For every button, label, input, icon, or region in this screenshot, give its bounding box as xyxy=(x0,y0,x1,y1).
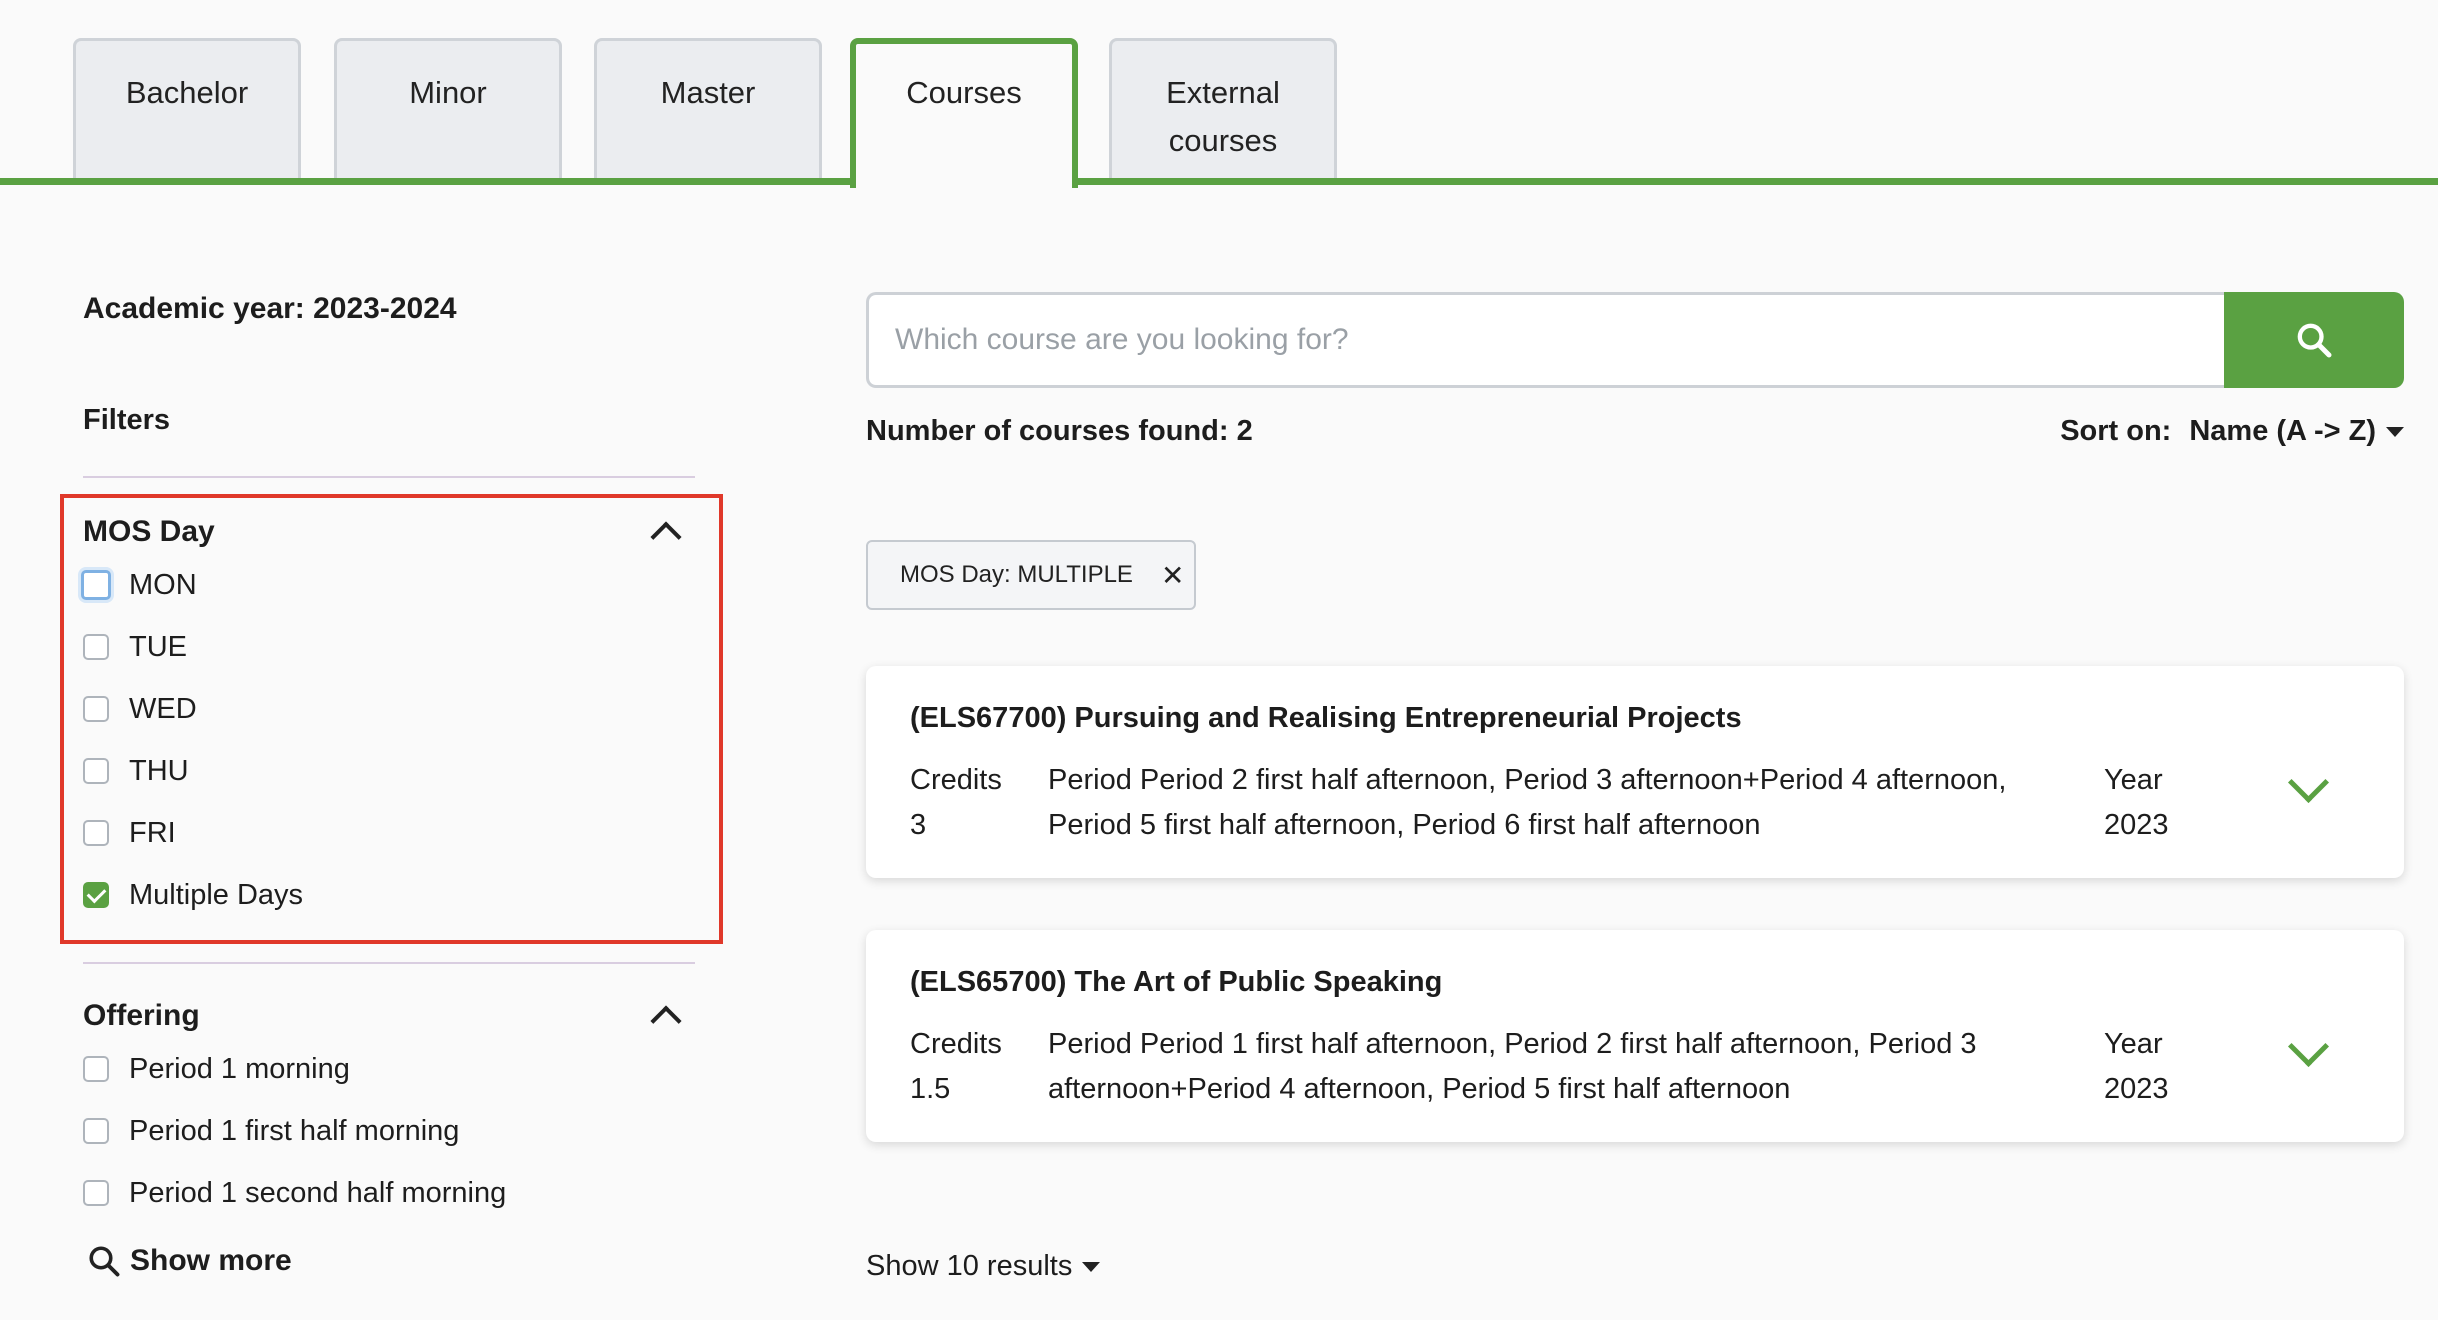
search-button[interactable] xyxy=(2224,292,2404,388)
year-label: Year xyxy=(2104,1028,2163,1060)
tab-label: Bachelor xyxy=(125,75,249,110)
close-icon[interactable]: ✕ xyxy=(1161,559,1184,592)
tab-courses[interactable]: Courses xyxy=(850,38,1078,188)
checkbox[interactable] xyxy=(83,634,109,660)
credits-value: 3 xyxy=(910,809,927,841)
chevron-down-icon[interactable] xyxy=(2287,1025,2330,1068)
checkbox-checked[interactable] xyxy=(83,882,109,908)
filter-header-mos-day[interactable]: MOS Day xyxy=(83,510,695,554)
checkbox-label: Multiple Days xyxy=(129,878,304,911)
course-year: Year 2023 xyxy=(2104,1022,2169,1112)
course-period: Period Period 1 first half afternoon, Pe… xyxy=(1048,1022,2028,1112)
caret-down-icon xyxy=(1082,1261,1101,1272)
filter-title: MOS Day xyxy=(83,515,215,548)
show-more-button[interactable]: Show more xyxy=(86,1243,292,1279)
period-line: Period Period 2 first half afternoon, Pe… xyxy=(1048,764,2007,796)
divider xyxy=(83,962,695,964)
filter-group-mos-day: MOS Day MON TUE WED THU FRI Multiple Day… xyxy=(81,510,695,926)
tab-label: Master xyxy=(660,75,756,110)
tab-label: External courses xyxy=(1166,75,1280,158)
checkbox-label: MON xyxy=(129,568,197,601)
year-value: 2023 xyxy=(2104,1073,2169,1105)
chip-label: MOS Day: MULTIPLE xyxy=(900,561,1133,588)
show-more-label: Show more xyxy=(130,1244,292,1277)
filter-group-offering: Offering Period 1 morning Period 1 first… xyxy=(83,994,695,1224)
sort-value: Name (A -> Z) xyxy=(2189,415,2376,447)
year-value: 2023 xyxy=(2104,809,2169,841)
search-icon xyxy=(2297,323,2332,358)
search-input[interactable] xyxy=(866,292,2224,388)
divider xyxy=(83,476,695,478)
chevron-up-icon[interactable] xyxy=(650,521,682,553)
checkbox-label: TUE xyxy=(129,630,187,663)
credits-label: Credits xyxy=(910,764,1002,796)
period-line: Period 5 first half afternoon, Period 6 … xyxy=(1048,809,1761,841)
checkbox-label: THU xyxy=(129,754,189,787)
checkbox-row-mon[interactable]: MON xyxy=(81,554,695,616)
sort-label: Sort on: xyxy=(2060,415,2172,447)
checkbox-row-multiple-days[interactable]: Multiple Days xyxy=(83,864,695,926)
checkbox-label: WED xyxy=(129,692,197,725)
checkbox[interactable] xyxy=(83,820,109,846)
filters-title: Filters xyxy=(83,404,171,436)
course-card[interactable]: (ELS65700) The Art of Public Speaking Cr… xyxy=(866,930,2404,1142)
tab-bachelor[interactable]: Bachelor xyxy=(73,38,301,178)
caret-down-icon xyxy=(2386,426,2404,437)
tab-label: Minor xyxy=(409,75,487,110)
academic-year: Academic year: 2023-2024 xyxy=(83,292,457,325)
period-line: afternoon+Period 4 afternoon, Period 5 f… xyxy=(1048,1073,1791,1105)
program-tabs: Bachelor Minor Master Courses External c… xyxy=(0,0,2438,188)
checkbox-label: Period 1 first half morning xyxy=(129,1114,460,1147)
tab-underline xyxy=(0,178,2438,185)
credits-value: 1.5 xyxy=(910,1073,951,1105)
checkbox[interactable] xyxy=(83,758,109,784)
checkbox-row-thu[interactable]: THU xyxy=(83,740,695,802)
credits-label: Credits xyxy=(910,1028,1002,1060)
period-line: Period Period 1 first half afternoon, Pe… xyxy=(1048,1028,1977,1060)
checkbox[interactable] xyxy=(83,696,109,722)
filter-title: Offering xyxy=(83,999,200,1032)
show-results-dropdown[interactable]: Show 10 results xyxy=(866,1250,1101,1283)
chevron-up-icon[interactable] xyxy=(650,1005,682,1037)
filter-header-offering[interactable]: Offering xyxy=(83,994,695,1038)
tab-label: Courses xyxy=(906,75,1022,110)
checkbox[interactable] xyxy=(83,1180,109,1206)
results-count: Number of courses found: 2 xyxy=(866,415,1253,447)
search-bar xyxy=(866,292,2404,388)
course-title: (ELS65700) The Art of Public Speaking xyxy=(910,966,1443,998)
checkbox[interactable] xyxy=(83,1056,109,1082)
search-icon xyxy=(89,1246,120,1277)
year-label: Year xyxy=(2104,764,2163,796)
active-filter-chip: MOS Day: MULTIPLE ✕ xyxy=(866,540,1196,610)
checkbox-row-tue[interactable]: TUE xyxy=(83,616,695,678)
course-title: (ELS67700) Pursuing and Realising Entrep… xyxy=(910,702,1742,734)
sort-control: Sort on: Name (A -> Z) xyxy=(2060,415,2404,448)
checkbox[interactable] xyxy=(83,1118,109,1144)
checkmark-icon xyxy=(86,883,106,903)
chevron-down-icon[interactable] xyxy=(2287,761,2330,804)
checkbox-row-wed[interactable]: WED xyxy=(83,678,695,740)
tab-minor[interactable]: Minor xyxy=(334,38,562,178)
checkbox-label: Period 1 morning xyxy=(129,1052,350,1085)
checkbox-label: Period 1 second half morning xyxy=(129,1176,507,1209)
show-results-label: Show 10 results xyxy=(866,1250,1073,1282)
checkbox-row-period-1-morning[interactable]: Period 1 morning xyxy=(83,1038,695,1100)
checkbox-row-period-1-first-half-morning[interactable]: Period 1 first half morning xyxy=(83,1100,695,1162)
checkbox-row-period-1-second-half-morning[interactable]: Period 1 second half morning xyxy=(83,1162,695,1224)
checkbox-label: FRI xyxy=(129,816,176,849)
course-card[interactable]: (ELS67700) Pursuing and Realising Entrep… xyxy=(866,666,2404,878)
checkbox-row-fri[interactable]: FRI xyxy=(83,802,695,864)
checkbox[interactable] xyxy=(81,570,111,600)
tab-master[interactable]: Master xyxy=(594,38,822,178)
course-credits: Credits 1.5 xyxy=(910,1022,1002,1112)
course-credits: Credits 3 xyxy=(910,758,1002,848)
course-year: Year 2023 xyxy=(2104,758,2169,848)
sort-dropdown[interactable]: Name (A -> Z) xyxy=(2189,415,2404,448)
tab-external-courses[interactable]: External courses xyxy=(1109,38,1337,178)
course-period: Period Period 2 first half afternoon, Pe… xyxy=(1048,758,2028,848)
